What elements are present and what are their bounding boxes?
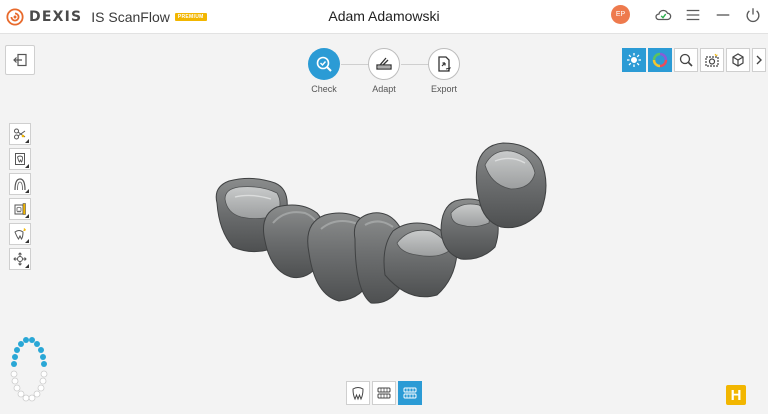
scan-body-icon <box>14 203 26 215</box>
snapshot-icon <box>705 53 719 67</box>
step-export[interactable]: Export <box>420 48 468 94</box>
arch-button[interactable] <box>9 173 31 195</box>
3d-view-icon <box>732 53 744 67</box>
view-toolbar <box>622 48 766 72</box>
snapshot-button[interactable] <box>700 48 724 72</box>
cloud-sync-icon[interactable] <box>654 6 672 24</box>
move-icon <box>13 252 27 266</box>
step-label: Adapt <box>372 84 396 94</box>
chevron-right-icon <box>756 55 762 65</box>
trim-button[interactable] <box>9 123 31 145</box>
power-icon[interactable] <box>744 6 762 24</box>
jaw-map[interactable] <box>6 330 52 410</box>
zoom-button[interactable] <box>674 48 698 72</box>
help-button[interactable]: H <box>726 385 746 405</box>
export-icon <box>438 56 452 72</box>
3d-view-button[interactable] <box>726 48 750 72</box>
tooth-prep-3 <box>475 142 547 229</box>
view-selector <box>346 381 422 405</box>
tooth-edit-button[interactable] <box>9 223 31 245</box>
color-wheel-icon <box>652 52 668 68</box>
trim-icon <box>14 128 26 140</box>
edit-toolbar <box>9 123 31 270</box>
user-avatar[interactable]: EP <box>611 5 630 24</box>
color-button[interactable] <box>648 48 672 72</box>
minimize-icon[interactable] <box>714 6 732 24</box>
title-bar: DEXIS IS ScanFlow PREMIUM Adam Adamowski… <box>0 0 768 34</box>
tooth-select-button[interactable] <box>9 148 31 170</box>
step-label: Check <box>311 84 337 94</box>
scan-body-button[interactable] <box>9 198 31 220</box>
step-adapt[interactable]: Adapt <box>360 48 408 94</box>
adapt-icon <box>376 57 392 70</box>
expand-toolbar-button[interactable] <box>752 48 766 72</box>
arch-icon <box>14 178 26 191</box>
tooth-select-icon <box>15 153 25 165</box>
zoom-icon <box>679 53 693 67</box>
exit-button[interactable] <box>5 45 35 75</box>
dental-scan-model[interactable] <box>205 135 555 315</box>
step-check[interactable]: Check <box>300 48 348 94</box>
menu-icon[interactable] <box>684 6 702 24</box>
workflow-steps: Check Adapt Export <box>300 48 470 98</box>
occlusion-view-icon <box>403 387 417 399</box>
brightness-icon <box>627 53 641 67</box>
exit-icon <box>13 53 27 67</box>
check-scan-icon <box>316 56 332 72</box>
bite-view-button[interactable] <box>372 381 396 405</box>
move-button[interactable] <box>9 248 31 270</box>
tooth-edit-icon <box>14 228 26 240</box>
lower-arch-teeth <box>10 370 48 402</box>
upper-arch-teeth <box>11 337 47 367</box>
lower-jaw-view-button[interactable] <box>346 381 370 405</box>
lower-jaw-view-icon <box>352 387 364 401</box>
occlusion-view-button[interactable] <box>398 381 422 405</box>
brightness-button[interactable] <box>622 48 646 72</box>
step-label: Export <box>430 84 457 94</box>
bite-view-icon <box>377 387 391 399</box>
